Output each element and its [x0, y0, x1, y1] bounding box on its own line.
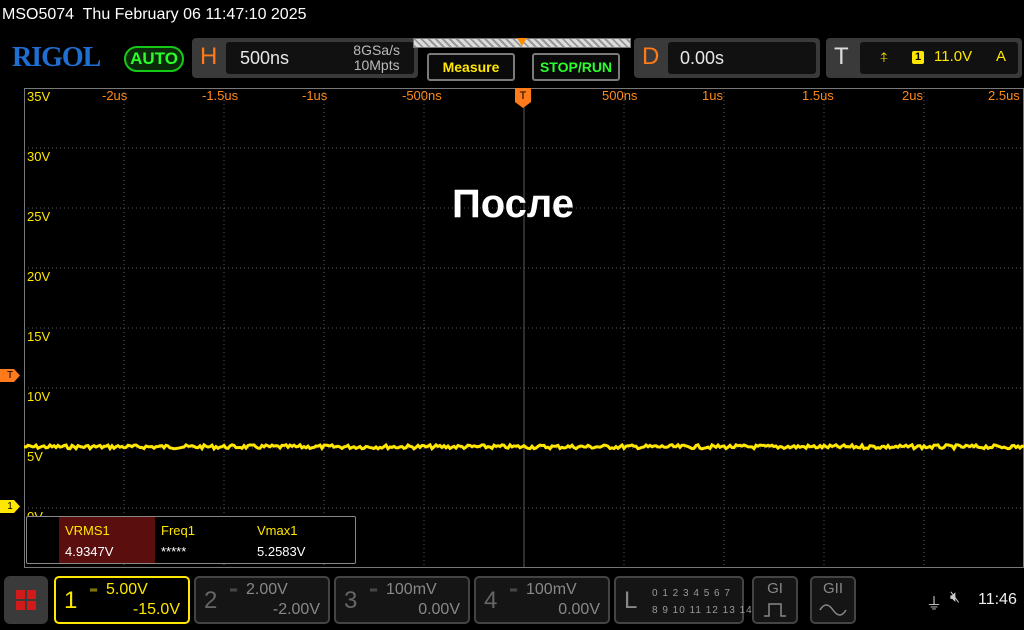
measurement-panel[interactable]: VRMS1 4.9347V Freq1 ***** Vmax1 5.2583V: [26, 516, 356, 564]
horizontal-readout: 500ns 8GSa/s 10Mpts: [226, 42, 414, 74]
trigger-level-marker[interactable]: T: [0, 369, 20, 382]
channel-1-panel[interactable]: 1 ═ 5.00V -15.0V: [54, 576, 190, 624]
time-tick-label: -500ns: [402, 88, 442, 103]
grid-icon: [27, 590, 36, 599]
channel-3-panel[interactable]: 3 ═ 100mV 0.00V: [334, 576, 470, 624]
generator-1-button[interactable]: GI: [752, 576, 798, 624]
dc-coupling-icon: ═: [510, 585, 518, 596]
status-clock: 11:46: [978, 591, 1017, 608]
title-text: MSO5074 Thu February 06 11:47:10 2025: [2, 6, 307, 23]
channel-offset: 0.00V: [558, 601, 600, 618]
trigger-level: 11.0V: [934, 48, 973, 65]
measurement-item[interactable]: Vmax1 5.2583V: [251, 517, 351, 563]
time-tick-label: 2.5us: [988, 88, 1020, 103]
grid-icon: [27, 601, 36, 610]
measurement-item[interactable]: VRMS1 4.9347V: [59, 517, 155, 563]
time-tick-label: 1.5us: [802, 88, 834, 103]
trigger-readout: ⍏ 1 11.0V A: [860, 42, 1018, 74]
trigger-panel[interactable]: T ⍏ 1 11.0V A: [826, 38, 1022, 78]
grid-lines: [24, 88, 1024, 568]
channel-number: 1: [64, 587, 78, 614]
time-tick-label: 2us: [902, 88, 923, 103]
rising-edge-icon: ⍏: [880, 49, 889, 65]
measurement-name: VRMS1: [65, 523, 110, 538]
channel-number: 2: [204, 587, 218, 614]
channel-2-panel[interactable]: 2 ═ 2.00V -2.00V: [194, 576, 330, 624]
channel-scale: 100mV: [386, 581, 437, 598]
generator-label: GI: [767, 580, 783, 597]
logic-channels-low: 0 1 2 3 4 5 6 7: [652, 588, 731, 599]
voltage-tick-label: 15V: [27, 329, 51, 344]
measurement-value: 4.9347V: [65, 544, 114, 559]
home-menu-button[interactable]: [4, 576, 48, 624]
usb-icon: ⏚: [926, 596, 943, 613]
voltage-tick-label: 25V: [27, 209, 51, 224]
channel-4-panel[interactable]: 4 ═ 100mV 0.00V: [474, 576, 610, 624]
bottom-bar: 1 ═ 5.00V -15.0V 2 ═ 2.00V -2.00V 3 ═ 10…: [0, 570, 1024, 630]
auto-button[interactable]: AUTO: [124, 46, 184, 72]
timebase-value: 500ns: [240, 48, 290, 68]
trigger-mode: A: [995, 48, 1006, 65]
stop-run-button[interactable]: STOP/RUN: [532, 53, 620, 81]
channel-number: 3: [344, 587, 358, 614]
voltage-tick-label: 30V: [27, 149, 51, 164]
memory-position-marker[interactable]: [517, 38, 527, 46]
measurement-name: Freq1: [161, 523, 195, 538]
channel-offset: -2.00V: [272, 601, 320, 618]
time-tick-label: -1.5us: [202, 88, 239, 103]
channel-scale: 5.00V: [106, 581, 148, 598]
trigger-letter: T: [834, 43, 849, 70]
measurement-item[interactable]: Freq1 *****: [155, 517, 251, 563]
delay-letter: D: [642, 43, 660, 70]
delay-panel[interactable]: D 0.00s: [634, 38, 820, 78]
delay-readout: 0.00s: [668, 42, 816, 74]
channel-scale: 100mV: [526, 581, 577, 598]
measure-button[interactable]: Measure: [427, 53, 515, 81]
top-control-bar: RIGOL AUTO H 500ns 8GSa/s 10Mpts Measure…: [0, 32, 1024, 86]
horizontal-panel[interactable]: H 500ns 8GSa/s 10Mpts: [192, 38, 418, 78]
memory-depth: 10Mpts: [353, 57, 400, 73]
voltage-tick-label: 5V: [27, 449, 43, 464]
overlay-caption: После: [452, 182, 575, 226]
channel-offset: -15.0V: [132, 601, 180, 618]
logic-letter: L: [624, 587, 638, 614]
sample-info: 8GSa/s 10Mpts: [353, 43, 400, 73]
voltage-tick-label: 20V: [27, 269, 51, 284]
sample-rate: 8GSa/s: [353, 42, 400, 58]
grid-icon: [16, 590, 25, 599]
grid-icon: [16, 601, 25, 610]
delay-value: 0.00s: [680, 48, 725, 68]
generator-label: GII: [822, 580, 843, 597]
measurement-value: *****: [161, 544, 187, 559]
time-tick-label: 500ns: [602, 88, 638, 103]
square-wave-icon: [764, 603, 786, 617]
time-tick-label: -2us: [102, 88, 128, 103]
time-tick-label: 1us: [702, 88, 723, 103]
dc-coupling-icon: ═: [230, 585, 238, 596]
voltage-tick-label: 35V: [27, 89, 51, 104]
sine-wave-icon: [819, 604, 847, 616]
title-bar: MSO5074 Thu February 06 11:47:10 2025: [0, 0, 1024, 32]
time-tick-label: -1us: [302, 88, 328, 103]
dc-coupling-icon: ═: [370, 585, 378, 596]
generator-2-button[interactable]: GII: [810, 576, 856, 624]
channel1-offset-marker[interactable]: 1: [0, 500, 20, 513]
measurement-value: 5.2583V: [257, 544, 306, 559]
horizontal-letter: H: [200, 43, 218, 70]
channel-scale: 2.00V: [246, 581, 288, 598]
waveform-grid[interactable]: [24, 88, 1024, 568]
rigol-logo: RIGOL: [12, 42, 101, 73]
trigger-source-badge: 1: [912, 51, 924, 64]
logic-analyzer-panel[interactable]: L 0 1 2 3 4 5 6 7 8 9 10 11 12 13 14 15: [614, 576, 769, 624]
voltage-tick-label: 10V: [27, 389, 51, 404]
channel-offset: 0.00V: [418, 601, 460, 618]
channel-number: 4: [484, 587, 498, 614]
speaker-muted-icon[interactable]: 🔇︎: [950, 589, 960, 607]
measurement-name: Vmax1: [257, 523, 298, 538]
dc-coupling-icon: ═: [90, 585, 98, 596]
